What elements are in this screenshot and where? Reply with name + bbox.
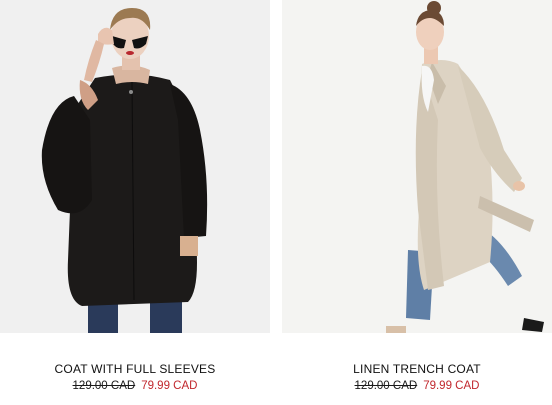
product-name[interactable]: COAT WITH FULL SLEEVES [0, 362, 270, 376]
product-prices: 129.00 CAD 79.99 CAD [0, 380, 270, 392]
original-price: 129.00 CAD [354, 380, 418, 392]
product-name[interactable]: LINEN TRENCH COAT [282, 362, 552, 376]
product-image-linen-trench[interactable] [282, 0, 552, 333]
product-prices: 129.00 CAD 79.99 CAD [282, 380, 552, 392]
product-card[interactable]: LINEN TRENCH COAT 129.00 CAD 79.99 CAD [282, 0, 552, 405]
original-price: 129.00 CAD [72, 380, 136, 392]
sale-price: 79.99 CAD [423, 380, 480, 392]
model-photo-linen-trench [282, 0, 552, 333]
product-card[interactable]: COAT WITH FULL SLEEVES 129.00 CAD 79.99 C… [0, 0, 270, 405]
sale-price: 79.99 CAD [141, 380, 198, 392]
product-grid: COAT WITH FULL SLEEVES 129.00 CAD 79.99 C… [0, 0, 552, 405]
product-image-black-coat[interactable] [0, 0, 270, 333]
model-photo-black-coat [0, 0, 270, 333]
